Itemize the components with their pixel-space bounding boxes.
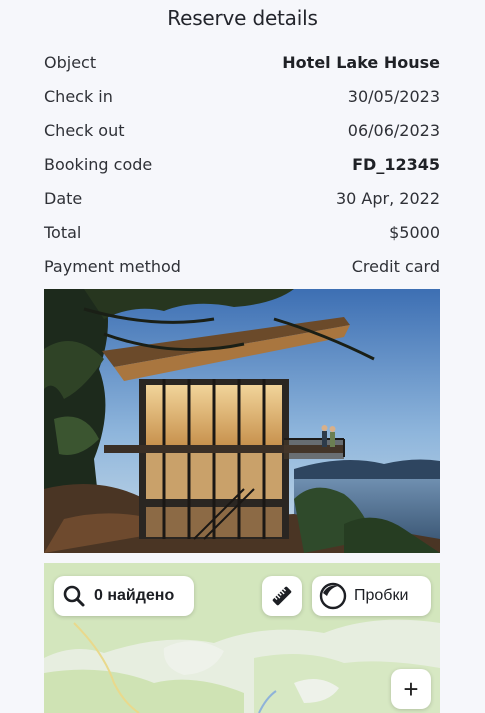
detail-label: Payment method	[44, 256, 181, 276]
traffic-icon	[319, 582, 347, 610]
detail-label: Check out	[44, 120, 125, 140]
map-search-label: 0 найдено	[94, 587, 175, 604]
hotel-photo-illustration	[44, 289, 440, 553]
detail-row-check-out: Check out 06/06/2023	[44, 113, 440, 147]
hotel-photo	[44, 289, 440, 553]
detail-row-payment-method: Payment method Credit card	[44, 249, 440, 283]
map-widget[interactable]: 0 найдено Пробки +	[44, 563, 440, 713]
detail-value: Hotel Lake House	[282, 52, 440, 72]
map-zoom-in-button[interactable]: +	[391, 669, 431, 709]
search-icon	[63, 585, 85, 607]
detail-row-total: Total $5000	[44, 215, 440, 249]
detail-label: Booking code	[44, 154, 153, 174]
detail-row-object: Object Hotel Lake House	[44, 45, 440, 79]
map-traffic-label: Пробки	[354, 587, 409, 604]
detail-value: Credit card	[351, 256, 440, 276]
reserve-details-list: Object Hotel Lake House Check in 30/05/2…	[44, 45, 440, 283]
detail-value: 06/06/2023	[347, 120, 440, 140]
map-traffic-button[interactable]: Пробки	[312, 576, 431, 616]
ruler-icon	[272, 586, 292, 606]
detail-label: Object	[44, 52, 97, 72]
detail-value: $5000	[389, 222, 440, 242]
detail-label: Date	[44, 188, 83, 208]
detail-label: Check in	[44, 86, 113, 106]
detail-row-check-in: Check in 30/05/2023	[44, 79, 440, 113]
map-ruler-button[interactable]	[262, 576, 302, 616]
detail-row-booking-code: Booking code FD_12345	[44, 147, 440, 181]
page-title: Reserve details	[167, 6, 318, 30]
detail-label: Total	[44, 222, 82, 242]
map-search-button[interactable]: 0 найдено	[54, 576, 194, 616]
detail-value: 30 Apr, 2022	[335, 188, 440, 208]
detail-row-date: Date 30 Apr, 2022	[44, 181, 440, 215]
detail-value: 30/05/2023	[347, 86, 440, 106]
detail-value: FD_12345	[352, 154, 440, 174]
